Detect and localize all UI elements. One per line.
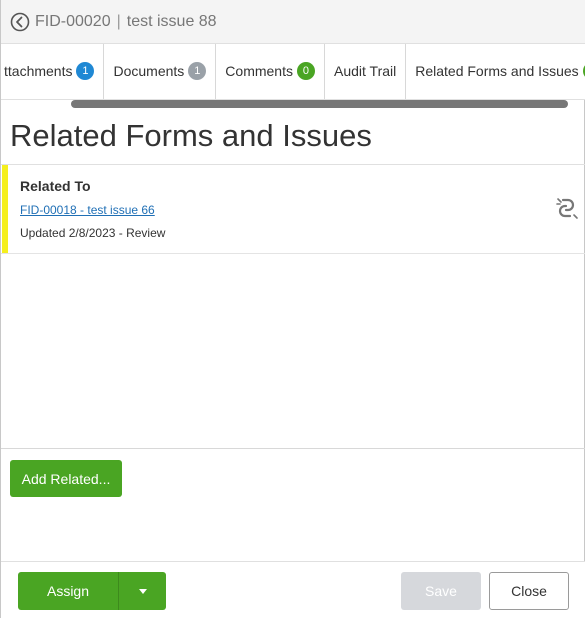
record-header: FID-00020 | test issue 88 bbox=[1, 0, 585, 44]
unlink-icon[interactable] bbox=[554, 195, 580, 221]
section-title: Related Forms and Issues bbox=[10, 118, 372, 153]
count-badge: 1 bbox=[76, 62, 95, 80]
related-item-status: Updated 2/8/2023 - Review bbox=[20, 226, 166, 240]
title-separator: | bbox=[116, 12, 121, 30]
tab-documents[interactable]: Documents 1 bbox=[104, 44, 217, 99]
assign-dropdown-toggle[interactable] bbox=[118, 572, 166, 610]
divider bbox=[1, 448, 585, 449]
related-item: Related To FID-00018 - test issue 66 Upd… bbox=[1, 165, 585, 254]
count-badge: 0 bbox=[296, 62, 315, 80]
tab-label: ttachments bbox=[4, 63, 73, 79]
related-item-link[interactable]: FID-00018 - test issue 66 bbox=[20, 203, 155, 217]
tab-list: ttachments 1 Documents 1 Comments 0 Audi… bbox=[1, 44, 585, 99]
add-related-button[interactable]: Add Related... bbox=[10, 460, 122, 497]
tab-audit-trail[interactable]: Audit Trail bbox=[325, 44, 407, 99]
save-button[interactable]: Save bbox=[401, 572, 481, 610]
record-id: FID-00020 bbox=[35, 12, 111, 30]
count-badge: 1 bbox=[188, 62, 207, 80]
tab-label: Comments bbox=[225, 63, 293, 79]
tab-label: Related Forms and Issues bbox=[415, 63, 579, 79]
record-title: FID-00020 | test issue 88 bbox=[35, 13, 217, 31]
dialog-frame: FID-00020 | test issue 88 ttachments 1 D… bbox=[0, 0, 585, 618]
tab-related-forms-and-issues[interactable]: Related Forms and Issues bbox=[406, 44, 585, 99]
tab-bar: ttachments 1 Documents 1 Comments 0 Audi… bbox=[1, 44, 585, 100]
assign-button[interactable]: Assign bbox=[18, 572, 118, 610]
item-accent-bar bbox=[2, 165, 8, 253]
dialog-footer: Assign Save Close bbox=[1, 561, 585, 618]
tab-label: Documents bbox=[113, 63, 185, 79]
tab-attachments[interactable]: ttachments 1 bbox=[1, 44, 105, 99]
caret-down-icon bbox=[138, 588, 147, 594]
assign-split-button: Assign bbox=[18, 572, 166, 610]
close-button[interactable]: Close bbox=[489, 572, 569, 610]
tabs-horizontal-scrollbar[interactable] bbox=[71, 100, 568, 108]
related-item-heading: Related To bbox=[20, 178, 91, 194]
tab-label: Audit Trail bbox=[333, 63, 397, 79]
back-circle-icon[interactable] bbox=[10, 12, 30, 32]
record-name: test issue 88 bbox=[126, 12, 217, 30]
tab-comments[interactable]: Comments 0 bbox=[216, 44, 325, 99]
